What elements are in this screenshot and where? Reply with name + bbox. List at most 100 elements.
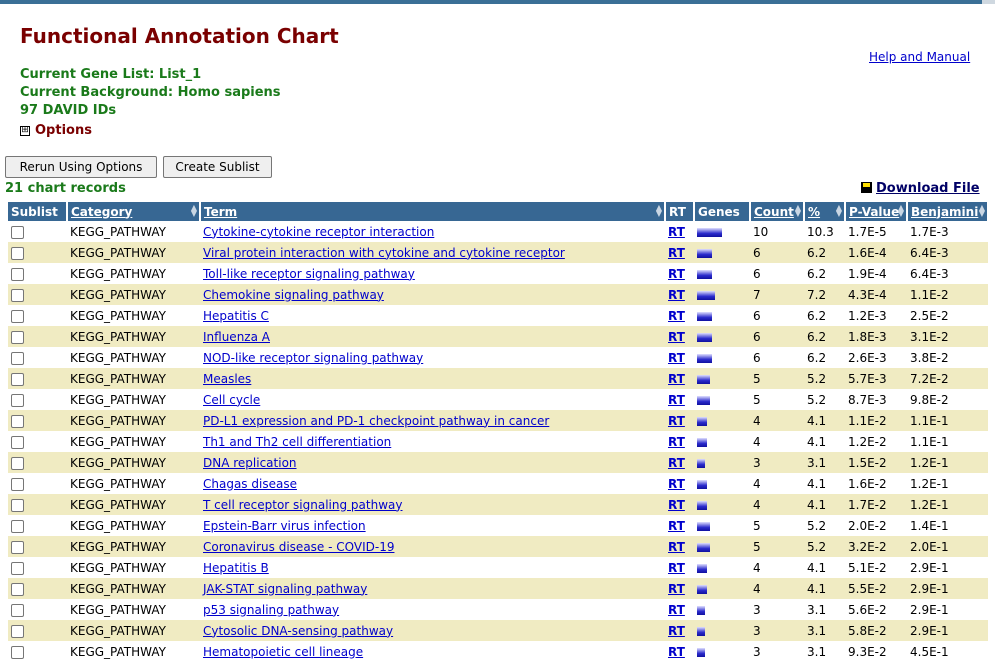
genes-bar-icon[interactable] xyxy=(697,311,712,321)
rt-link[interactable]: RT xyxy=(668,309,685,323)
genes-bar-icon[interactable] xyxy=(697,584,707,594)
term-link[interactable]: Chagas disease xyxy=(203,477,297,491)
sublist-checkbox[interactable] xyxy=(11,414,24,428)
genes-bar-icon[interactable] xyxy=(697,395,710,405)
options-label[interactable]: Options xyxy=(35,123,92,138)
scrollbar-top[interactable] xyxy=(982,0,995,4)
term-link[interactable]: Hematopoietic cell lineage xyxy=(203,645,363,659)
term-link[interactable]: Coronavirus disease - COVID-19 xyxy=(203,540,394,554)
rt-link[interactable]: RT xyxy=(668,603,685,617)
genes-bar-icon[interactable] xyxy=(697,290,715,300)
term-link[interactable]: DNA replication xyxy=(203,456,297,470)
term-link[interactable]: Th1 and Th2 cell differentiation xyxy=(203,435,391,449)
sublist-checkbox[interactable] xyxy=(11,351,24,365)
term-link[interactable]: NOD-like receptor signaling pathway xyxy=(203,351,423,365)
sublist-checkbox[interactable] xyxy=(11,561,24,575)
column-pvalue[interactable]: P-Value ▲ ▼ xyxy=(845,202,908,221)
term-link[interactable]: Epstein-Barr virus infection xyxy=(203,519,366,533)
sublist-checkbox[interactable] xyxy=(11,477,24,491)
term-link[interactable]: Influenza A xyxy=(203,330,270,344)
genes-bar-icon[interactable] xyxy=(697,500,707,510)
rt-link[interactable]: RT xyxy=(668,645,685,659)
sublist-checkbox[interactable] xyxy=(11,624,24,638)
term-link[interactable]: Viral protein interaction with cytokine … xyxy=(203,246,565,260)
genes-bar-icon[interactable] xyxy=(697,248,712,258)
sublist-checkbox[interactable] xyxy=(11,540,24,554)
genes-bar-icon[interactable] xyxy=(697,605,705,615)
genes-bar-icon[interactable] xyxy=(697,437,707,447)
create-sublist-button[interactable]: Create Sublist xyxy=(163,156,272,178)
sublist-checkbox[interactable] xyxy=(11,267,24,281)
rerun-options-button[interactable]: Rerun Using Options xyxy=(5,156,157,178)
sublist-checkbox[interactable] xyxy=(11,246,24,260)
sublist-checkbox[interactable] xyxy=(11,519,24,533)
genes-bar-icon[interactable] xyxy=(697,521,710,531)
sublist-checkbox[interactable] xyxy=(11,288,24,302)
options-expand-icon[interactable]: ⊞ xyxy=(20,126,30,136)
download-file-link[interactable]: Download File xyxy=(861,181,980,196)
genes-bar-icon[interactable] xyxy=(697,416,707,426)
rt-link[interactable]: RT xyxy=(668,414,685,428)
term-link[interactable]: JAK-STAT signaling pathway xyxy=(203,582,367,596)
term-link[interactable]: Cytokine-cytokine receptor interaction xyxy=(203,225,434,239)
sublist-checkbox[interactable] xyxy=(11,372,24,386)
genes-bar-icon[interactable] xyxy=(697,332,712,342)
column-category[interactable]: Category ▲ ▼ xyxy=(67,202,201,221)
rt-link[interactable]: RT xyxy=(668,351,685,365)
rt-link[interactable]: RT xyxy=(668,456,685,470)
sublist-checkbox[interactable] xyxy=(11,456,24,470)
genes-bar-icon[interactable] xyxy=(697,374,710,384)
term-link[interactable]: Cytosolic DNA-sensing pathway xyxy=(203,624,393,638)
sublist-checkbox[interactable] xyxy=(11,498,24,512)
column-term[interactable]: Term ▲ ▼ xyxy=(200,202,666,221)
sublist-checkbox[interactable] xyxy=(11,603,24,617)
rt-link[interactable]: RT xyxy=(668,624,685,638)
rt-link[interactable]: RT xyxy=(668,519,685,533)
sublist-checkbox[interactable] xyxy=(11,435,24,449)
term-link[interactable]: Chemokine signaling pathway xyxy=(203,288,384,302)
term-link[interactable]: Cell cycle xyxy=(203,393,260,407)
term-link[interactable]: Measles xyxy=(203,372,251,386)
sublist-checkbox[interactable] xyxy=(11,645,24,659)
rt-link[interactable]: RT xyxy=(668,393,685,407)
term-link[interactable]: PD-L1 expression and PD-1 checkpoint pat… xyxy=(203,414,549,428)
rt-link[interactable]: RT xyxy=(668,561,685,575)
term-link[interactable]: p53 signaling pathway xyxy=(203,603,339,617)
sublist-checkbox[interactable] xyxy=(11,330,24,344)
term-link[interactable]: Toll-like receptor signaling pathway xyxy=(203,267,415,281)
genes-bar-icon[interactable] xyxy=(697,542,710,552)
rt-link[interactable]: RT xyxy=(668,540,685,554)
genes-bar-icon[interactable] xyxy=(697,458,705,468)
term-link[interactable]: T cell receptor signaling pathway xyxy=(203,498,402,512)
genes-bar-icon[interactable] xyxy=(697,353,712,363)
term-link[interactable]: Hepatitis B xyxy=(203,561,269,575)
term-link[interactable]: Hepatitis C xyxy=(203,309,269,323)
genes-bar-icon[interactable] xyxy=(697,563,707,573)
column-percent[interactable]: % ▲ ▼ xyxy=(804,202,846,221)
sublist-checkbox[interactable] xyxy=(11,225,24,239)
genes-bar-icon[interactable] xyxy=(697,269,712,279)
sublist-checkbox[interactable] xyxy=(11,582,24,596)
genes-bar-icon[interactable] xyxy=(697,227,722,237)
rt-link[interactable]: RT xyxy=(668,477,685,491)
column-count[interactable]: Count ▲ ▼ xyxy=(750,202,805,221)
genes-bar-icon[interactable] xyxy=(697,626,705,636)
column-benjamini[interactable]: Benjamini ▲ ▼ xyxy=(907,202,989,221)
rt-link[interactable]: RT xyxy=(668,372,685,386)
rt-link[interactable]: RT xyxy=(668,225,685,239)
rt-link[interactable]: RT xyxy=(668,267,685,281)
sublist-checkbox[interactable] xyxy=(11,309,24,323)
rt-link[interactable]: RT xyxy=(668,288,685,302)
help-manual-link[interactable]: Help and Manual xyxy=(869,50,970,64)
sort-icon[interactable]: ▲ ▼ xyxy=(656,204,662,218)
rt-link[interactable]: RT xyxy=(668,498,685,512)
rt-link[interactable]: RT xyxy=(668,582,685,596)
sort-icon[interactable]: ▲ ▼ xyxy=(795,204,801,218)
sublist-checkbox[interactable] xyxy=(11,393,24,407)
rt-link[interactable]: RT xyxy=(668,435,685,449)
sort-icon[interactable]: ▲ ▼ xyxy=(898,204,904,218)
rt-link[interactable]: RT xyxy=(668,246,685,260)
rt-link[interactable]: RT xyxy=(668,330,685,344)
genes-bar-icon[interactable] xyxy=(697,479,707,489)
sort-icon[interactable]: ▲ ▼ xyxy=(191,204,197,218)
